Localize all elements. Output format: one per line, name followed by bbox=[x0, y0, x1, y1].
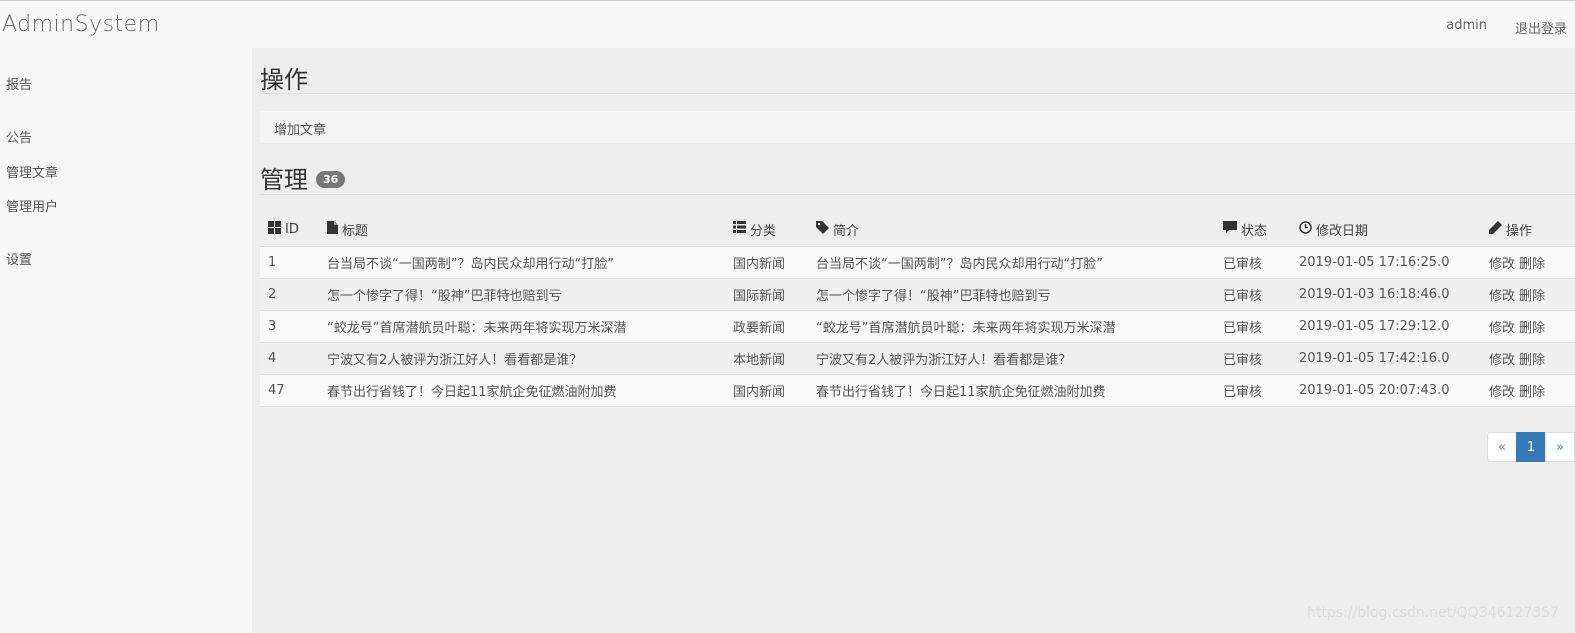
file-icon bbox=[327, 220, 338, 238]
sidebar: 报告 公告 管理文章 管理用户 设置 bbox=[0, 48, 252, 633]
user-menu: admin 退出登录 bbox=[1446, 18, 1567, 37]
divider bbox=[260, 194, 1575, 195]
articles-table: ID 标题 分类 简介 状态 修改日期 操作 1 台当局不谈“一国两制”？岛内民… bbox=[260, 212, 1575, 407]
cell-description: “蛟龙号”首席潜航员叶聪：未来两年将实现万米深潜 bbox=[816, 321, 1116, 336]
divider bbox=[260, 93, 1575, 94]
count-badge: 36 bbox=[316, 170, 346, 188]
delete-link[interactable]: 删除 bbox=[1519, 381, 1545, 400]
main-content: 操作 增加文章 管理 36 ID 标题 分类 简介 状态 修改日期 操作 1 台… bbox=[252, 48, 1575, 633]
cell-id: 47 bbox=[268, 383, 285, 398]
column-label: 标题 bbox=[342, 223, 369, 239]
cell-actions: 修改 删除 bbox=[1489, 247, 1545, 278]
sidebar-item-announcements[interactable]: 公告 bbox=[6, 127, 32, 146]
grid-icon bbox=[268, 220, 281, 238]
sidebar-item-settings[interactable]: 设置 bbox=[6, 249, 32, 268]
cell-id: 2 bbox=[268, 287, 277, 302]
cell-id: 4 bbox=[268, 351, 277, 366]
list-icon bbox=[733, 221, 746, 237]
cell-category: 国内新闻 bbox=[733, 385, 786, 400]
manage-heading-wrap: 管理 36 bbox=[260, 160, 346, 195]
delete-link[interactable]: 删除 bbox=[1519, 317, 1545, 336]
cell-date: 2019-01-05 17:16:25.0 bbox=[1299, 255, 1450, 270]
column-header-category: 分类 bbox=[733, 212, 776, 246]
cell-title: 宁波又有2人被评为浙江好人！看看都是谁？ bbox=[327, 353, 583, 368]
table-header: ID 标题 分类 简介 状态 修改日期 操作 bbox=[260, 212, 1575, 247]
cell-date: 2019-01-05 17:29:12.0 bbox=[1299, 319, 1450, 334]
cell-actions: 修改 删除 bbox=[1489, 343, 1545, 374]
cell-actions: 修改 删除 bbox=[1489, 279, 1545, 310]
column-label: 修改日期 bbox=[1316, 223, 1369, 239]
clock-icon bbox=[1299, 220, 1312, 238]
delete-link[interactable]: 删除 bbox=[1519, 253, 1545, 272]
cell-description: 怎一个惨字了得！“股神”巴菲特也赔到亏 bbox=[816, 289, 1051, 304]
cell-description: 春节出行省钱了！今日起11家航企免征燃油附加费 bbox=[816, 385, 1106, 400]
tag-icon bbox=[816, 220, 829, 238]
table-row: 47 春节出行省钱了！今日起11家航企免征燃油附加费 国内新闻 春节出行省钱了！… bbox=[260, 375, 1575, 407]
cell-date: 2019-01-05 17:42:16.0 bbox=[1299, 351, 1450, 366]
next-page-button[interactable]: » bbox=[1545, 432, 1575, 462]
table-row: 2 怎一个惨字了得！“股神”巴菲特也赔到亏 国际新闻 怎一个惨字了得！“股神”巴… bbox=[260, 279, 1575, 311]
cell-title: 台当局不谈“一国两制”？岛内民众却用行动“打脸” bbox=[327, 257, 614, 272]
column-header-id: ID bbox=[268, 212, 299, 246]
watermark: https://blog.csdn.net/QQ346127357 bbox=[1307, 605, 1559, 621]
add-article-link[interactable]: 增加文章 bbox=[274, 119, 326, 138]
column-header-actions: 操作 bbox=[1489, 212, 1532, 246]
edit-link[interactable]: 修改 bbox=[1489, 349, 1515, 368]
cell-actions: 修改 删除 bbox=[1489, 311, 1545, 342]
column-label: 状态 bbox=[1241, 223, 1268, 239]
table-row: 3 “蛟龙号”首席潜航员叶聪：未来两年将实现万米深潜 政要新闻 “蛟龙号”首席潜… bbox=[260, 311, 1575, 343]
prev-page-button[interactable]: « bbox=[1487, 432, 1517, 462]
column-label: 简介 bbox=[833, 223, 860, 239]
table-row: 1 台当局不谈“一国两制”？岛内民众却用行动“打脸” 国内新闻 台当局不谈“一国… bbox=[260, 247, 1575, 279]
column-label: ID bbox=[285, 221, 299, 237]
column-header-status: 状态 bbox=[1223, 212, 1267, 246]
cell-status: 已审核 bbox=[1223, 353, 1263, 368]
column-label: 分类 bbox=[750, 223, 777, 239]
cell-title: 春节出行省钱了！今日起11家航企免征燃油附加费 bbox=[327, 385, 617, 400]
brand-logo[interactable]: AdminSystem bbox=[2, 12, 160, 37]
operations-panel: 增加文章 bbox=[260, 111, 1575, 143]
delete-link[interactable]: 删除 bbox=[1519, 349, 1545, 368]
comment-icon bbox=[1223, 220, 1237, 238]
sidebar-item-manage-articles[interactable]: 管理文章 bbox=[6, 162, 58, 181]
cell-actions: 修改 删除 bbox=[1489, 375, 1545, 406]
cell-status: 已审核 bbox=[1223, 385, 1263, 400]
column-header-description: 简介 bbox=[816, 212, 859, 246]
cell-description: 台当局不谈“一国两制”？岛内民众却用行动“打脸” bbox=[816, 257, 1103, 272]
top-navbar: AdminSystem admin 退出登录 bbox=[0, 0, 1575, 48]
username-link[interactable]: admin bbox=[1446, 18, 1487, 37]
delete-link[interactable]: 删除 bbox=[1519, 285, 1545, 304]
cell-category: 政要新闻 bbox=[733, 321, 786, 336]
pagination: « 1 » bbox=[1487, 432, 1575, 462]
column-header-title: 标题 bbox=[327, 212, 368, 246]
cell-id: 3 bbox=[268, 319, 277, 334]
cell-status: 已审核 bbox=[1223, 321, 1263, 336]
cell-category: 国内新闻 bbox=[733, 257, 786, 272]
cell-category: 本地新闻 bbox=[733, 353, 786, 368]
cell-status: 已审核 bbox=[1223, 257, 1263, 272]
page-button-current[interactable]: 1 bbox=[1516, 432, 1546, 462]
operations-heading: 操作 bbox=[260, 66, 308, 94]
edit-link[interactable]: 修改 bbox=[1489, 285, 1515, 304]
cell-title: 怎一个惨字了得！“股神”巴菲特也赔到亏 bbox=[327, 289, 562, 304]
table-row: 4 宁波又有2人被评为浙江好人！看看都是谁？ 本地新闻 宁波又有2人被评为浙江好… bbox=[260, 343, 1575, 375]
cell-date: 2019-01-03 16:18:46.0 bbox=[1299, 287, 1450, 302]
column-header-date: 修改日期 bbox=[1299, 212, 1368, 246]
pencil-icon bbox=[1489, 220, 1502, 238]
cell-category: 国际新闻 bbox=[733, 289, 786, 304]
cell-id: 1 bbox=[268, 255, 277, 270]
cell-description: 宁波又有2人被评为浙江好人！看看都是谁？ bbox=[816, 353, 1072, 368]
edit-link[interactable]: 修改 bbox=[1489, 381, 1515, 400]
sidebar-item-reports[interactable]: 报告 bbox=[6, 74, 32, 93]
column-label: 操作 bbox=[1506, 223, 1533, 239]
manage-heading: 管理 bbox=[260, 166, 308, 194]
logout-link[interactable]: 退出登录 bbox=[1515, 18, 1567, 37]
cell-title: “蛟龙号”首席潜航员叶聪：未来两年将实现万米深潜 bbox=[327, 321, 627, 336]
edit-link[interactable]: 修改 bbox=[1489, 253, 1515, 272]
sidebar-item-manage-users[interactable]: 管理用户 bbox=[6, 196, 58, 215]
cell-date: 2019-01-05 20:07:43.0 bbox=[1299, 383, 1450, 398]
cell-status: 已审核 bbox=[1223, 289, 1263, 304]
edit-link[interactable]: 修改 bbox=[1489, 317, 1515, 336]
